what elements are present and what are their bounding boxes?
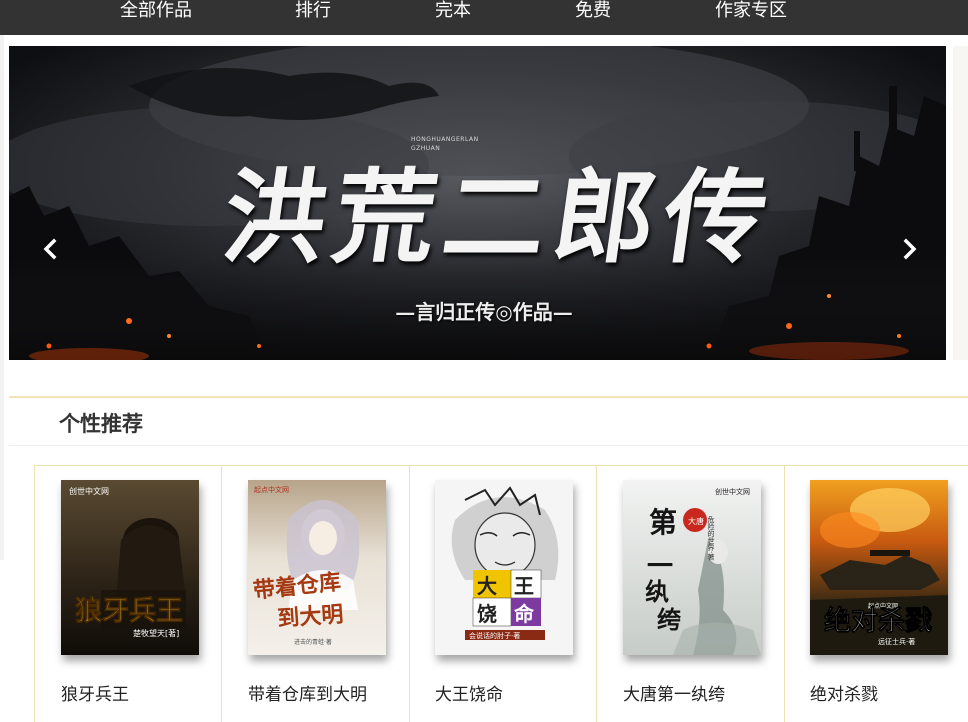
book-title[interactable]: 狼牙兵王	[61, 680, 129, 705]
banner-title: 洪荒二郎传	[215, 158, 783, 278]
nav-item-ranking[interactable]: 排行	[295, 0, 331, 24]
cover-publisher: 创世中文网	[715, 487, 750, 496]
left-edge-strip	[0, 35, 4, 560]
cover-title: 狼牙兵王	[75, 595, 183, 627]
cover-publisher: 创世中文网	[69, 486, 109, 496]
cover-author: 楚牧望天[著]	[133, 628, 179, 638]
cover-author: 危险的世界·著	[707, 515, 715, 561]
chevron-right-icon	[903, 238, 917, 260]
svg-text:大: 大	[477, 574, 497, 598]
book-card[interactable]: 大 王 饶 命 会说话的肘子·著 大王饶命	[409, 466, 596, 722]
carousel-prev-button[interactable]	[39, 236, 63, 262]
book-card[interactable]: 创世中文网 狼牙兵王 楚牧望天[著] 狼牙兵王	[34, 466, 221, 722]
cover-author: 进击的青蛙·著	[294, 638, 332, 646]
svg-text:王: 王	[514, 574, 534, 598]
chevron-left-icon	[43, 238, 57, 260]
nav-item-all-works[interactable]: 全部作品	[120, 0, 192, 24]
svg-text:大唐: 大唐	[688, 516, 704, 526]
cover-title: 绝对杀戮	[824, 605, 932, 637]
section-divider	[9, 396, 968, 398]
book-card[interactable]: 起点中文网 绝对杀戮 远征士兵·著 绝对杀戮	[784, 466, 968, 722]
book-title[interactable]: 带着仓库到大明	[248, 680, 367, 705]
banner-author-line: —言归正传◎作品—	[395, 300, 573, 324]
cover-publisher: 起点中文网	[254, 485, 289, 494]
svg-text:第: 第	[649, 506, 677, 539]
top-nav: 全部作品 排行 完本 免费 作家专区	[0, 0, 968, 35]
book-cover[interactable]: 创世中文网 第 一 纨 绔 大唐 危险的世界·著	[623, 480, 761, 655]
cover-author: 远征士兵·著	[878, 637, 915, 646]
nav-item-completed[interactable]: 完本	[435, 0, 471, 24]
svg-text:饶: 饶	[477, 602, 497, 626]
banner-next-slide-peek	[953, 46, 968, 360]
svg-text:纨: 纨	[645, 577, 669, 606]
book-cover[interactable]: 大 王 饶 命 会说话的肘子·著	[435, 480, 573, 655]
banner-latin-title: HONGHUANGERLAN GZHUAN	[411, 136, 479, 152]
book-card[interactable]: 起点中文网 带着仓库 到大明 进击的青蛙·著 带着仓库到大明	[221, 466, 409, 722]
book-cover[interactable]: 起点中文网 带着仓库 到大明 进击的青蛙·著	[248, 480, 386, 655]
section-underline	[9, 445, 968, 446]
book-cover[interactable]: 创世中文网 狼牙兵王 楚牧望天[著]	[61, 480, 199, 655]
carousel-next-button[interactable]	[897, 236, 921, 262]
book-title[interactable]: 绝对杀戮	[810, 680, 878, 705]
book-list: 创世中文网 狼牙兵王 楚牧望天[著] 狼牙兵王 起点中文网 带着仓库 到大明 进…	[34, 465, 968, 722]
svg-text:命: 命	[514, 602, 535, 626]
nav-item-free[interactable]: 免费	[575, 0, 611, 24]
section-title: 个性推荐	[59, 412, 143, 436]
svg-text:绔: 绔	[657, 605, 681, 634]
cover-author: 会说话的肘子·著	[469, 631, 520, 640]
book-card[interactable]: 创世中文网 第 一 纨 绔 大唐 危险的世界·著 大唐第一纨绔	[596, 466, 784, 722]
book-title[interactable]: 大唐第一纨绔	[623, 680, 725, 705]
banner-carousel[interactable]: HONGHUANGERLAN GZHUAN 洪荒二郎传 —言归正传◎作品—	[9, 46, 946, 360]
nav-item-author-zone[interactable]: 作家专区	[715, 0, 787, 24]
svg-text:到大明: 到大明	[277, 601, 345, 632]
book-cover[interactable]: 起点中文网 绝对杀戮 远征士兵·著	[810, 480, 948, 655]
book-title[interactable]: 大王饶命	[435, 680, 503, 705]
